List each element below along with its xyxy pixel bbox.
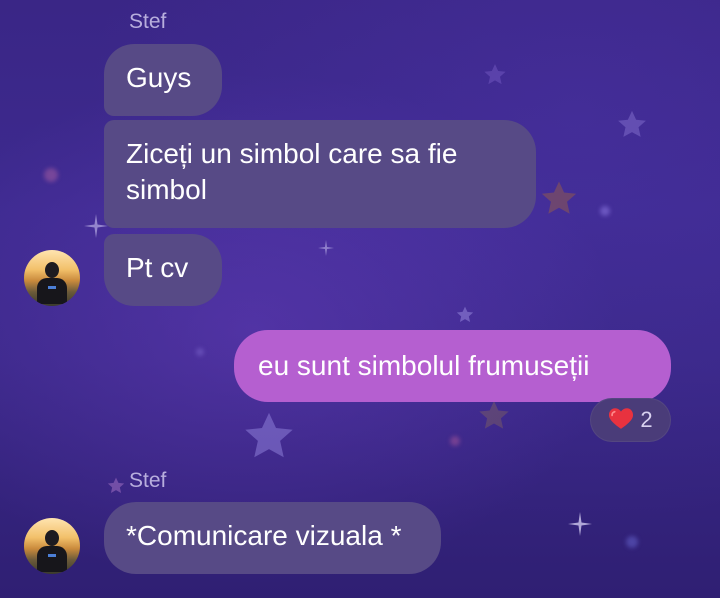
sender-name: Stef	[129, 10, 167, 33]
reaction-badge[interactable]: 2	[590, 398, 671, 442]
message-text: Guys	[126, 62, 192, 93]
background-star-icon	[106, 476, 126, 496]
message-bubble[interactable]: Pt cv	[104, 234, 222, 306]
background-star-icon	[476, 398, 512, 434]
background-star-icon	[455, 305, 475, 325]
background-glow	[44, 168, 58, 182]
message-text: *Comunicare vizuala *	[126, 520, 402, 551]
reaction-count: 2	[640, 407, 653, 432]
message-bubble-outgoing[interactable]: eu sunt simbolul frumuseții	[234, 330, 671, 402]
user-avatar[interactable]	[24, 250, 80, 306]
background-glow	[196, 348, 204, 356]
message-text: Pt cv	[126, 252, 189, 283]
background-star-icon	[615, 108, 649, 142]
background-glow	[450, 436, 460, 446]
message-bubble[interactable]: Guys	[104, 44, 222, 116]
heart-icon	[608, 406, 634, 435]
message-bubble[interactable]: Ziceți un simbol care sa fie simbol	[104, 120, 536, 228]
background-glow	[600, 206, 610, 216]
background-star-icon	[240, 408, 298, 466]
background-star-icon	[482, 62, 508, 88]
background-sparkle-icon	[318, 240, 334, 256]
background-star-icon	[538, 178, 580, 220]
sender-name: Stef	[129, 469, 167, 492]
message-bubble[interactable]: *Comunicare vizuala *	[104, 502, 441, 574]
message-text: Ziceți un simbol care sa fie simbol	[126, 138, 458, 205]
background-sparkle-icon	[568, 512, 592, 536]
background-glow	[626, 536, 638, 548]
message-text: eu sunt simbolul frumuseții	[258, 350, 590, 381]
user-avatar[interactable]	[24, 518, 80, 574]
